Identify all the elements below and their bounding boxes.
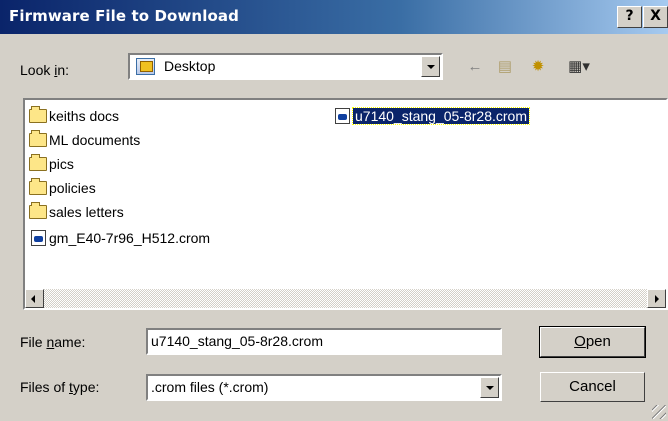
list-item-folder[interactable]: policies [29, 178, 96, 198]
look-in-value: Desktop [164, 58, 216, 74]
look-in-label: Look in: [20, 62, 70, 78]
list-item-folder[interactable]: ML documents [29, 130, 140, 150]
file-name-input[interactable]: u7140_stang_05-8r28.crom [146, 328, 502, 355]
up-folder-icon[interactable]: ▤ [493, 56, 517, 78]
list-item-file-selected[interactable]: u7140_stang_05-8r28.crom [335, 106, 531, 126]
scroll-right-button[interactable] [647, 289, 666, 308]
horizontal-scrollbar[interactable] [25, 289, 666, 308]
file-open-dialog: Firmware File to Download ? X Look in: D… [0, 0, 668, 421]
new-folder-icon[interactable]: ✹ [526, 56, 550, 78]
file-type-value: .crom files (*.crom) [151, 379, 269, 395]
crom-file-icon [335, 108, 350, 124]
dialog-title: Firmware File to Download [9, 7, 239, 25]
cancel-button[interactable]: Cancel [540, 372, 645, 402]
folder-icon [29, 106, 47, 123]
look-in-dropdown-button[interactable] [421, 56, 440, 77]
folder-icon [29, 154, 47, 171]
open-button[interactable]: Open [539, 326, 646, 358]
folder-icon [29, 202, 47, 219]
folder-icon [29, 130, 47, 147]
file-type-select[interactable]: .crom files (*.crom) [146, 374, 502, 401]
view-menu-icon[interactable]: ▦▾ [562, 56, 596, 78]
folder-icon [29, 178, 47, 195]
file-type-label: Files of type: [20, 379, 100, 395]
look-in-combo[interactable]: Desktop [128, 53, 443, 80]
back-arrow-icon[interactable]: ← [463, 56, 487, 78]
crom-file-icon [31, 230, 46, 246]
file-type-dropdown-button[interactable] [480, 377, 499, 398]
list-item-file[interactable]: gm_E40-7r96_H512.crom [31, 228, 210, 248]
file-name-label: File name: [20, 334, 86, 350]
help-button[interactable]: ? [617, 6, 642, 28]
title-bar[interactable]: Firmware File to Download ? X [0, 0, 668, 34]
list-item-folder[interactable]: pics [29, 154, 74, 174]
list-item-folder[interactable]: sales letters [29, 202, 124, 222]
resize-grip[interactable] [652, 405, 666, 419]
scroll-left-button[interactable] [25, 289, 44, 308]
file-list[interactable]: keiths docs ML documents pics policies s… [23, 98, 668, 310]
desktop-icon [136, 58, 155, 75]
close-button[interactable]: X [643, 6, 668, 28]
list-item-folder[interactable]: keiths docs [29, 106, 119, 126]
